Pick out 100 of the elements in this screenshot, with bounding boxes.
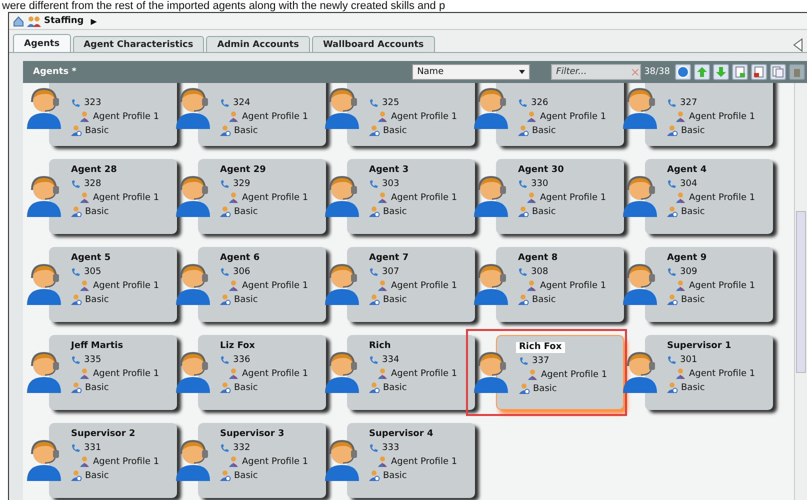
agent-avatar-icon: [621, 261, 659, 305]
agent-profile: Agent Profile 1: [540, 192, 606, 202]
agent-card[interactable]: Rich Fox 337 Agent Profile 1 Basic: [496, 335, 624, 410]
agent-avatar-icon: [472, 173, 510, 217]
panel-title: Agents *: [33, 67, 76, 77]
agent-card[interactable]: Agent 3 303 Agent Profile 1 Basic: [347, 159, 475, 234]
agent-avatar-icon: [174, 261, 212, 305]
profile-icon: [377, 368, 388, 379]
extension-number: 324: [233, 98, 250, 108]
agent-card[interactable]: Agent 7 307 Agent Profile 1 Basic: [347, 247, 475, 322]
collapse-icon[interactable]: [793, 38, 803, 52]
skill-icon: [220, 125, 231, 136]
profile-icon: [79, 192, 90, 203]
tab[interactable]: Agents: [13, 34, 71, 52]
skill-label: Basic: [383, 382, 407, 392]
extension-number: 307: [382, 267, 400, 277]
breadcrumb-arrow[interactable]: ▶: [90, 16, 97, 26]
agent-profile: Agent Profile 1: [540, 112, 606, 122]
agent-avatar-icon: [621, 85, 659, 129]
phone-icon: [369, 268, 379, 276]
copy-document-button[interactable]: [770, 64, 786, 80]
skill-label: Basic: [681, 206, 705, 216]
breadcrumb-link[interactable]: Staffing: [44, 16, 84, 26]
agent-avatar-icon: [25, 261, 63, 305]
phone-icon: [369, 356, 379, 364]
skill-label: Basic: [234, 294, 258, 304]
phone-icon: [519, 356, 529, 366]
delete-document-button[interactable]: [751, 64, 767, 80]
scrollbar-thumb[interactable]: [796, 210, 806, 372]
agent-card[interactable]: Supervisor 4 333 Agent Profile 1 Basic: [347, 423, 475, 498]
home-icon[interactable]: [13, 16, 24, 26]
profile-icon: [527, 369, 538, 380]
agent-profile: Agent Profile 1: [689, 368, 756, 378]
tab[interactable]: Wallboard Accounts: [312, 36, 435, 52]
agent-card[interactable]: Agent 8 308 Agent Profile 1 Basic: [496, 247, 624, 322]
move-down-button[interactable]: [713, 64, 729, 80]
agent-card[interactable]: Agent 6 306 Agent Profile 1 Basic: [198, 247, 326, 322]
agent-card[interactable]: Jeff Martis 335 Agent Profile 1 Basic: [49, 335, 177, 410]
skill-icon: [369, 470, 380, 481]
agent-profile: Agent Profile 1: [541, 370, 608, 380]
agent-card[interactable]: Agent 5 305 Agent Profile 1 Basic: [49, 247, 177, 322]
skill-icon: [220, 206, 231, 217]
skill-icon: [369, 125, 380, 136]
skill-icon: [518, 206, 529, 217]
trash-button[interactable]: [789, 64, 805, 80]
agent-avatar-icon: [25, 437, 63, 481]
phone-icon: [71, 98, 81, 108]
agent-card[interactable]: 323 Agent Profile 1 Basic: [49, 83, 177, 146]
skill-label: Basic: [234, 126, 258, 136]
phone-icon: [667, 98, 677, 108]
profile-icon: [228, 111, 239, 122]
agent-card[interactable]: Supervisor 1 301 Agent Profile 1 Basic: [645, 335, 773, 410]
agent-card[interactable]: Liz Fox 336 Agent Profile 1 Basic: [198, 335, 326, 410]
skill-label: Basic: [383, 470, 407, 480]
agent-card[interactable]: Agent 9 309 Agent Profile 1 Basic: [645, 247, 773, 322]
agent-avatar-icon: [323, 349, 361, 393]
skill-icon: [71, 125, 82, 136]
profile-icon: [79, 111, 90, 122]
up-arrow-icon: [696, 66, 708, 78]
agent-card[interactable]: 325 Agent Profile 1 Basic: [347, 83, 475, 146]
skill-label: Basic: [383, 126, 407, 136]
agent-profile: Agent Profile 1: [540, 280, 606, 290]
move-up-button[interactable]: [694, 64, 710, 80]
skill-label: Basic: [85, 470, 109, 480]
agent-avatar-icon: [472, 85, 510, 129]
caption-text: were different from the rest of the imported agents along with the newly created skills and p: [1, 0, 446, 12]
phone-icon: [667, 356, 677, 364]
extension-number: 326: [531, 98, 548, 108]
agent-profile: Agent Profile 1: [93, 280, 160, 290]
profile-icon: [228, 280, 239, 291]
agent-card[interactable]: Agent 30 330 Agent Profile 1 Basic: [496, 159, 624, 234]
agent-card[interactable]: Agent 4 304 Agent Profile 1 Basic: [645, 159, 773, 234]
add-document-button[interactable]: [732, 64, 748, 80]
agent-avatar-icon: [174, 173, 212, 217]
agent-name: Liz Fox: [219, 341, 256, 352]
tab[interactable]: Agent Characteristics: [72, 36, 204, 52]
tab[interactable]: Admin Accounts: [206, 36, 310, 52]
scrollbar[interactable]: [794, 83, 807, 500]
agent-card[interactable]: 327 Agent Profile 1 Basic: [645, 83, 773, 146]
agent-name: Agent 5: [70, 253, 112, 264]
agent-card[interactable]: 326 Agent Profile 1 Basic: [496, 83, 624, 146]
extension-number: 304: [680, 179, 698, 189]
profile-icon: [675, 280, 686, 291]
phone-icon: [220, 268, 230, 276]
sort-dropdown[interactable]: Name: [412, 64, 530, 80]
agent-card[interactable]: Agent 29 329 Agent Profile 1 Basic: [198, 159, 326, 234]
agent-card[interactable]: Supervisor 2 331 Agent Profile 1 Basic: [49, 423, 177, 498]
agent-card[interactable]: 324 Agent Profile 1 Basic: [198, 83, 326, 146]
skill-label: Basic: [85, 382, 109, 392]
help-button[interactable]: [675, 64, 691, 80]
agent-card[interactable]: Rich 334 Agent Profile 1 Basic: [347, 335, 475, 410]
profile-icon: [228, 456, 239, 467]
agent-profile: Agent Profile 1: [93, 192, 160, 202]
skill-label: Basic: [383, 206, 407, 216]
agent-name: Agent 9: [666, 253, 708, 264]
extension-number: 323: [84, 98, 102, 108]
agent-avatar-icon: [323, 261, 361, 305]
agent-profile: Agent Profile 1: [93, 456, 160, 466]
agent-card[interactable]: Agent 28 328 Agent Profile 1 Basic: [49, 159, 177, 234]
agent-card[interactable]: Supervisor 3 332 Agent Profile 1 Basic: [198, 423, 326, 498]
